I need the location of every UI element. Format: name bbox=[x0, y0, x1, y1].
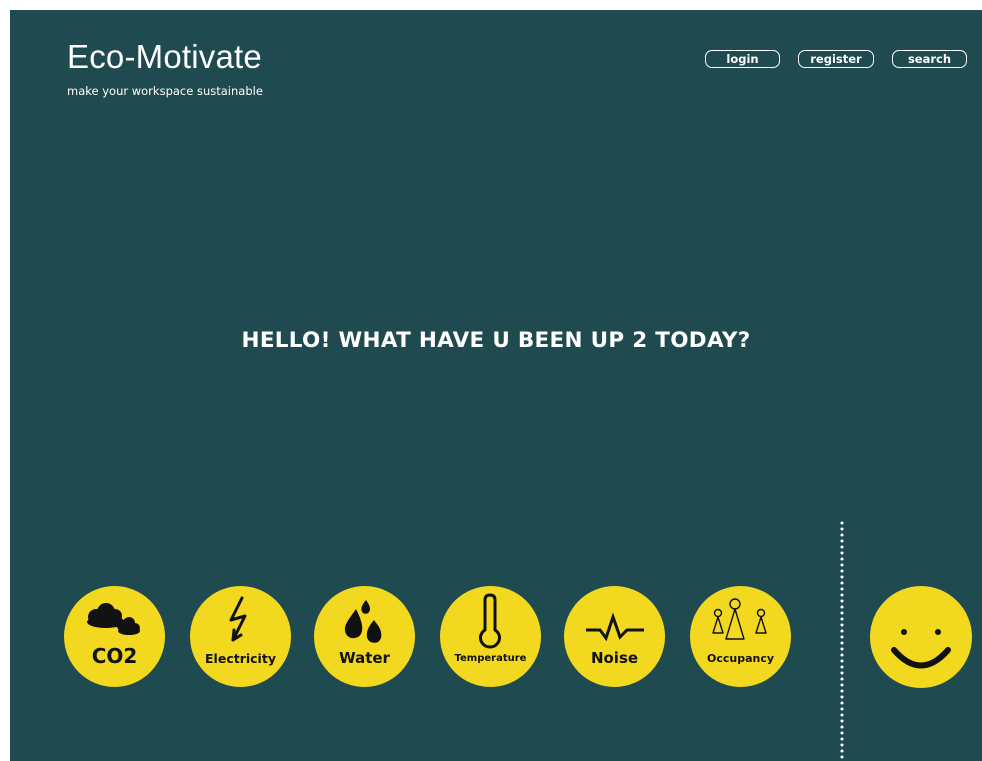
category-label: CO2 bbox=[91, 644, 138, 668]
category-noise-button[interactable]: Noise bbox=[564, 586, 665, 687]
register-button[interactable]: register bbox=[798, 50, 874, 68]
category-label: Occupancy bbox=[706, 652, 775, 665]
app-title: Eco-Motivate bbox=[67, 38, 262, 75]
brand: Eco-Motivate make your workspace sustain… bbox=[67, 40, 263, 98]
greeting-headline: HELLO! WHAT HAVE U BEEN UP 2 TODAY? bbox=[241, 328, 751, 353]
category-label: Water bbox=[339, 649, 390, 667]
thermometer-icon bbox=[479, 593, 501, 649]
category-label: Temperature bbox=[454, 653, 527, 664]
people-icon bbox=[712, 598, 767, 640]
search-button[interactable]: search bbox=[892, 50, 967, 68]
lightning-bolt-icon bbox=[229, 596, 247, 642]
app-canvas: Eco-Motivate make your workspace sustain… bbox=[10, 10, 982, 761]
water-drops-icon bbox=[344, 600, 382, 643]
category-label: Noise bbox=[590, 649, 639, 667]
category-temperature-button[interactable]: Temperature bbox=[440, 586, 541, 687]
sound-wave-icon bbox=[586, 612, 644, 642]
app-tagline: make your workspace sustainable bbox=[67, 84, 263, 98]
dotted-divider bbox=[840, 520, 844, 761]
category-electricity-button[interactable]: Electricity bbox=[190, 586, 291, 687]
clouds-icon bbox=[87, 603, 140, 635]
mood-smiley-button[interactable] bbox=[870, 586, 972, 688]
category-co2-button[interactable]: CO2 bbox=[64, 586, 165, 687]
category-label: Electricity bbox=[205, 651, 276, 666]
login-button[interactable]: login bbox=[705, 50, 780, 68]
smiley-face-icon bbox=[891, 629, 951, 669]
category-occupancy-button[interactable]: Occupancy bbox=[690, 586, 791, 687]
category-water-button[interactable]: Water bbox=[314, 586, 415, 687]
